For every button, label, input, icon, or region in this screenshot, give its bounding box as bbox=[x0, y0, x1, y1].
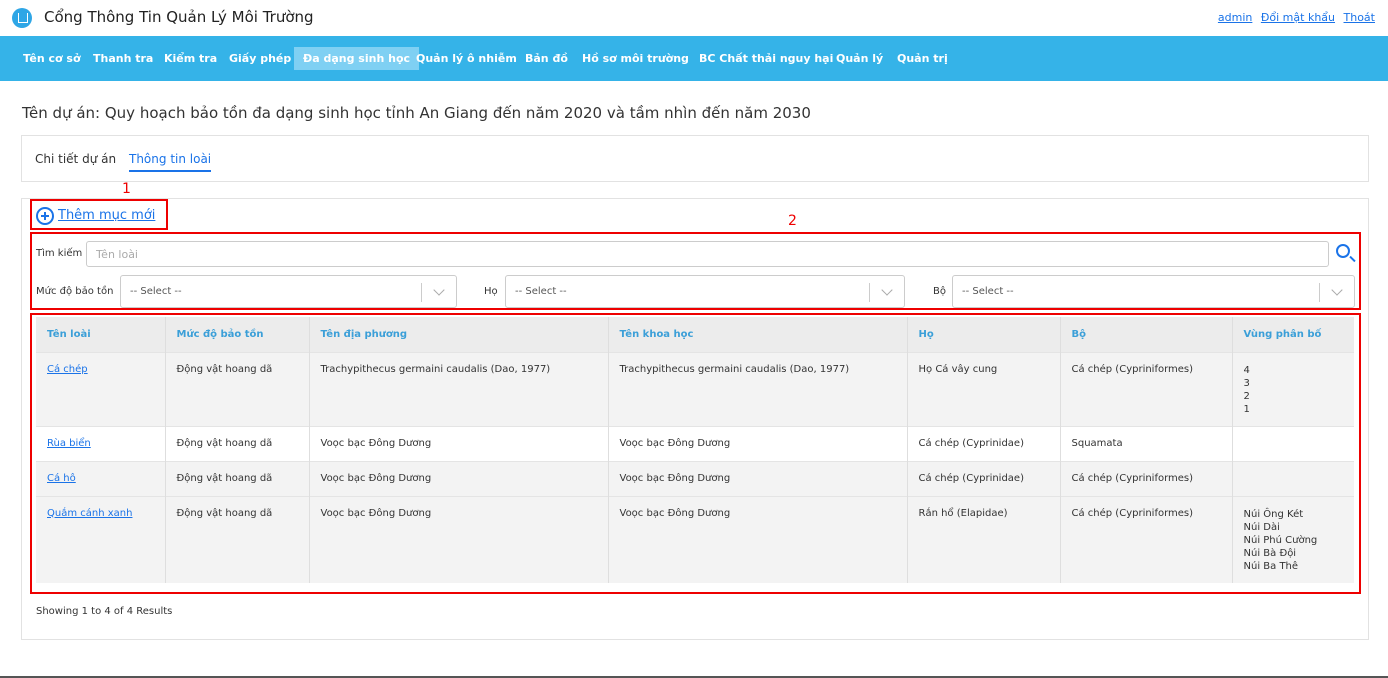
family-select[interactable]: -- Select -- bbox=[505, 275, 905, 308]
cell-local-name: Trachypithecus germaini caudalis (Dao, 1… bbox=[309, 351, 609, 426]
app-logo-icon bbox=[12, 8, 32, 28]
distribution-item: 3 bbox=[1243, 377, 1250, 389]
cell-scientific-name: Trachypithecus germaini caudalis (Dao, 1… bbox=[608, 351, 908, 426]
annotation-number-1: 1 bbox=[122, 181, 131, 197]
cell-distribution: Núi Ông Két Núi Dài Núi Phú Cường Núi Bà… bbox=[1232, 495, 1354, 583]
nav-item-ten-co-so[interactable]: Tên cơ sở bbox=[14, 47, 90, 70]
order-select[interactable]: -- Select -- bbox=[952, 275, 1355, 308]
cell-family: Họ Cá vây cung bbox=[907, 351, 1061, 426]
cell-local-name: Voọc bạc Đông Dương bbox=[309, 425, 609, 461]
cell-order: Squamata bbox=[1060, 425, 1233, 461]
species-name-link[interactable]: Quắm cánh xanh bbox=[36, 495, 166, 583]
cell-family: Rắn hổ (Elapidae) bbox=[907, 495, 1061, 583]
search-label: Tìm kiếm bbox=[36, 248, 83, 259]
cell-order: Cá chép (Cypriniformes) bbox=[1060, 460, 1233, 496]
search-input[interactable] bbox=[86, 241, 1329, 267]
user-link-admin[interactable]: admin bbox=[1218, 11, 1252, 24]
nav-item-da-dang-sinh-hoc[interactable]: Đa dạng sinh học bbox=[294, 47, 420, 70]
add-new-button[interactable]: Thêm mục mới bbox=[36, 205, 155, 225]
search-icon[interactable] bbox=[1336, 244, 1350, 258]
nav-item-quan-ly-o-nhiem[interactable]: Quản lý ô nhiễm bbox=[407, 47, 526, 70]
nav-item-kiem-tra[interactable]: Kiểm tra bbox=[155, 47, 226, 70]
cell-scientific-name: Voọc bạc Đông Dương bbox=[608, 495, 908, 583]
species-name-link[interactable]: Rùa biển bbox=[36, 425, 166, 461]
cell-order: Cá chép (Cypriniformes) bbox=[1060, 495, 1233, 583]
cell-scientific-name: Voọc bạc Đông Dương bbox=[608, 425, 908, 461]
tab-project-details[interactable]: Chi tiết dự án bbox=[35, 152, 116, 166]
cell-conservation-level: Động vật hoang dã bbox=[165, 460, 310, 496]
chevron-down-icon bbox=[881, 284, 893, 296]
nav-item-thanh-tra[interactable]: Thanh tra bbox=[84, 47, 162, 70]
family-value: -- Select -- bbox=[515, 286, 567, 297]
conservation-level-label: Mức độ bảo tồn bbox=[36, 286, 114, 297]
species-name-link[interactable]: Cá hô bbox=[36, 460, 166, 496]
chevron-down-icon bbox=[433, 284, 445, 296]
column-header-distribution[interactable]: Vùng phân bố bbox=[1232, 317, 1354, 352]
cell-scientific-name: Voọc bạc Đông Dương bbox=[608, 460, 908, 496]
species-name-link[interactable]: Cá chép bbox=[36, 351, 166, 426]
table-row: Cá chép Động vật hoang dã Trachypithecus… bbox=[36, 351, 1354, 426]
select-divider bbox=[421, 283, 422, 302]
nav-item-ho-so-moi-truong[interactable]: Hồ sơ môi trường bbox=[573, 47, 698, 70]
results-summary: Showing 1 to 4 of 4 Results bbox=[36, 606, 173, 617]
column-header-scientific-name[interactable]: Tên khoa học bbox=[608, 317, 908, 352]
distribution-item: Núi Phú Cường bbox=[1243, 534, 1318, 546]
nav-item-quan-tri[interactable]: Quản trị bbox=[888, 47, 957, 70]
main-navbar: Tên cơ sở Thanh tra Kiểm tra Giấy phép Đ… bbox=[0, 36, 1388, 81]
cell-conservation-level: Động vật hoang dã bbox=[165, 495, 310, 583]
cell-local-name: Voọc bạc Đông Dương bbox=[309, 460, 609, 496]
annotation-number-2: 2 bbox=[788, 213, 797, 229]
add-new-label: Thêm mục mới bbox=[58, 208, 156, 223]
plus-circle-icon bbox=[36, 206, 54, 225]
column-header-family[interactable]: Họ bbox=[907, 317, 1061, 352]
select-divider bbox=[869, 283, 870, 302]
tab-bar: Chi tiết dự án Thông tin loài bbox=[21, 135, 1369, 182]
distribution-item: 1 bbox=[1243, 403, 1250, 415]
distribution-item: 2 bbox=[1243, 390, 1250, 402]
cell-local-name: Voọc bạc Đông Dương bbox=[309, 495, 609, 583]
column-header-species-name[interactable]: Tên loài bbox=[36, 317, 166, 352]
column-header-order[interactable]: Bộ bbox=[1060, 317, 1233, 352]
conservation-level-select[interactable]: -- Select -- bbox=[120, 275, 457, 308]
conservation-level-value: -- Select -- bbox=[130, 286, 182, 297]
order-label: Bộ bbox=[933, 286, 946, 297]
cell-distribution bbox=[1232, 460, 1354, 496]
nav-item-quan-ly[interactable]: Quản lý bbox=[827, 47, 892, 70]
cell-order: Cá chép (Cypriniformes) bbox=[1060, 351, 1233, 426]
nav-item-giay-phep[interactable]: Giấy phép bbox=[220, 47, 300, 70]
page-title: Tên dự án: Quy hoạch bảo tồn đa dạng sin… bbox=[22, 104, 811, 122]
select-divider bbox=[1319, 283, 1320, 302]
distribution-item: Núi Ông Két bbox=[1243, 508, 1304, 520]
distribution-item: Núi Dài bbox=[1243, 521, 1280, 533]
species-table: Tên loài Mức độ bảo tồn Tên địa phương T… bbox=[36, 317, 1354, 583]
table-row: Cá hô Động vật hoang dã Voọc bạc Đông Dư… bbox=[36, 460, 1354, 496]
column-header-conservation-level[interactable]: Mức độ bảo tồn bbox=[165, 317, 310, 352]
cell-conservation-level: Động vật hoang dã bbox=[165, 425, 310, 461]
family-label: Họ bbox=[484, 286, 498, 297]
chevron-down-icon bbox=[1331, 284, 1343, 296]
table-row: Rùa biển Động vật hoang dã Voọc bạc Đông… bbox=[36, 425, 1354, 461]
logout-link[interactable]: Thoát bbox=[1344, 11, 1375, 24]
change-password-link[interactable]: Đổi mật khẩu bbox=[1261, 11, 1335, 24]
cell-distribution: 4 3 2 1 bbox=[1232, 351, 1354, 426]
order-value: -- Select -- bbox=[962, 286, 1014, 297]
distribution-item: Núi Ba Thê bbox=[1243, 560, 1299, 572]
top-bar: Cổng Thông Tin Quản Lý Môi Trường admin … bbox=[0, 0, 1388, 36]
distribution-item: Núi Bà Đội bbox=[1243, 547, 1297, 559]
tab-species-info[interactable]: Thông tin loài bbox=[129, 152, 212, 172]
table-header-row: Tên loài Mức độ bảo tồn Tên địa phương T… bbox=[36, 317, 1354, 352]
cell-family: Cá chép (Cyprinidae) bbox=[907, 460, 1061, 496]
cell-distribution bbox=[1232, 425, 1354, 461]
column-header-local-name[interactable]: Tên địa phương bbox=[309, 317, 609, 352]
user-links: admin Đổi mật khẩu Thoát bbox=[1213, 11, 1375, 24]
table-row: Quắm cánh xanh Động vật hoang dã Voọc bạ… bbox=[36, 495, 1354, 583]
cell-family: Cá chép (Cyprinidae) bbox=[907, 425, 1061, 461]
nav-item-ban-do[interactable]: Bản đồ bbox=[516, 47, 577, 70]
app-title: Cổng Thông Tin Quản Lý Môi Trường bbox=[44, 8, 314, 26]
cell-conservation-level: Động vật hoang dã bbox=[165, 351, 310, 426]
nav-item-bc-chat-thai[interactable]: BC Chất thải nguy hại bbox=[690, 47, 842, 70]
distribution-item: 4 bbox=[1243, 364, 1250, 376]
